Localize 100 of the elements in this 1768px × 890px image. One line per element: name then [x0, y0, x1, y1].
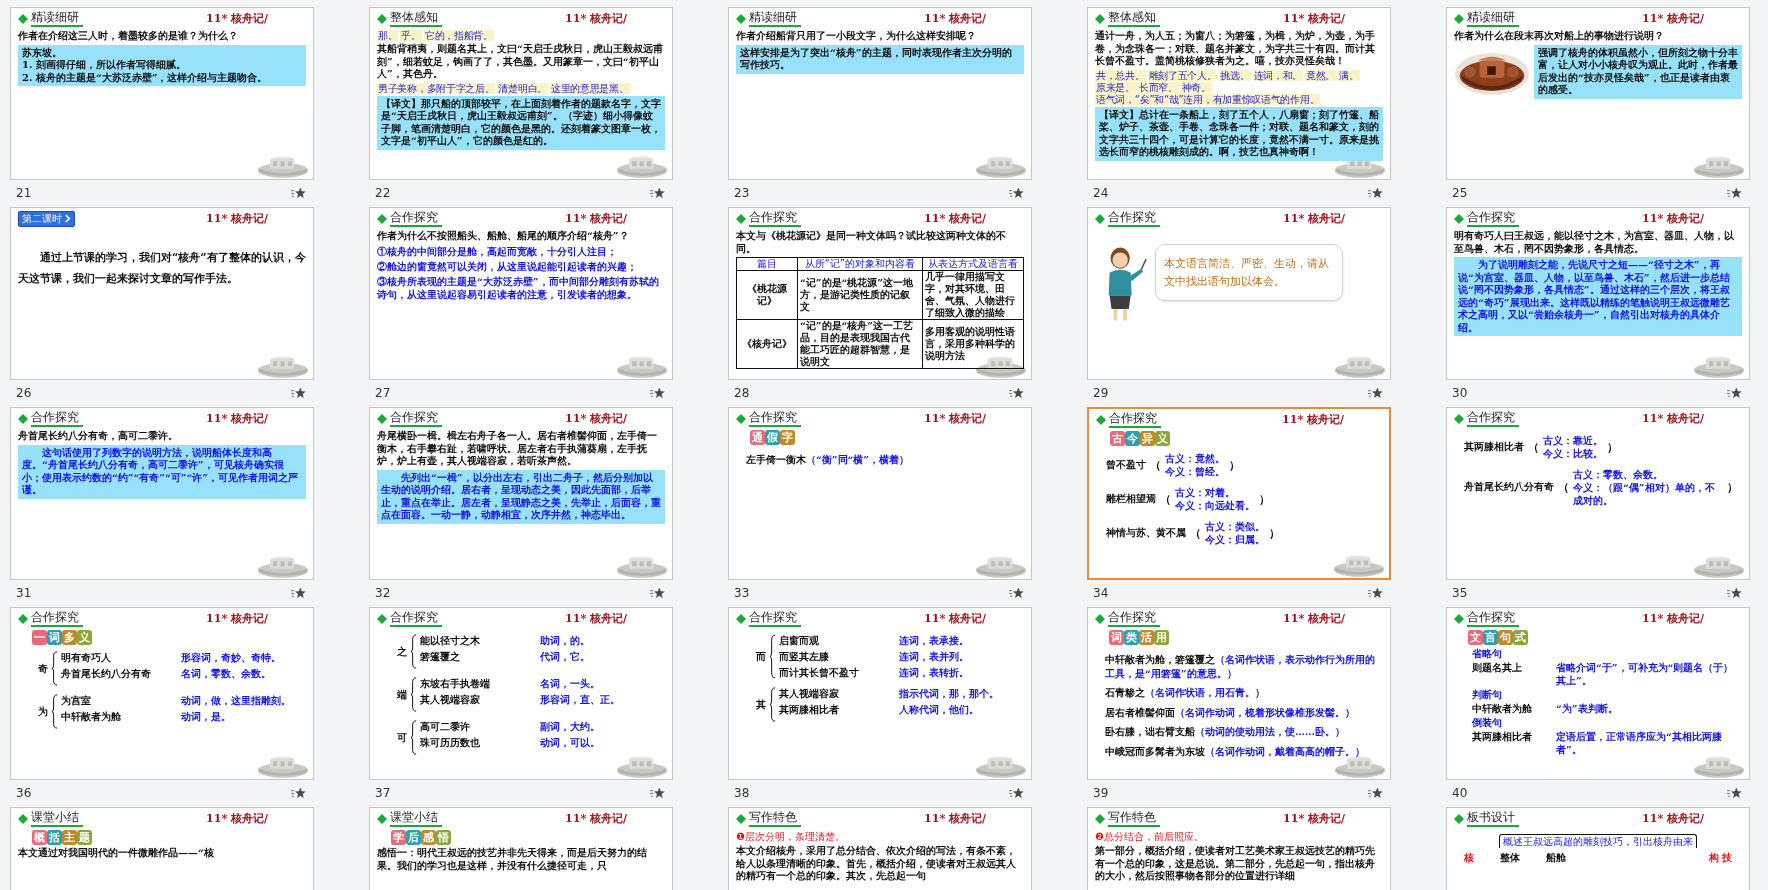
slide-text: 通过上节课的学习，我们对“核舟”有了整体的认识，今天这节课，我们一起来探讨文章的写作手法。 — [18, 250, 306, 287]
column-header: 从表达方式及语言看 — [922, 257, 1024, 271]
annotation: 这里的意思是黑。 — [549, 82, 630, 94]
slide-thumbnail[interactable]: 合作探究 11* 核舟记/ 之 能以径寸之木 助词，的。 箬篷覆之 代词，它。 端 东坡右手执卷端 名词，一头。 其人视端容寂 形容词，直、正。 可 高可二黍许 副词，大约。 珠可历历数也 动词，可以。 — [369, 607, 673, 780]
answer-text: ③核舟所表现的主题是“大苏泛赤壁”，而中间部分雕刻有苏轼的诗句，从这里说起容易引起读者的注意，引发读者的想象。 — [377, 274, 660, 301]
outline-item: 整体 — [1500, 851, 1520, 864]
example-phrase: 神情与苏、黄不属 — [1106, 526, 1186, 540]
section-title: 合作探究 — [1467, 410, 1519, 427]
section-title: 合作探究 — [749, 210, 801, 227]
diamond-icon — [377, 13, 387, 24]
section-title: 合作探究 — [1108, 610, 1160, 627]
brace-icon — [51, 694, 58, 729]
definition: 动词，可以。 — [540, 736, 600, 749]
slide-thumbnail[interactable]: 合作探究 11* 核舟记/ 明有奇巧人曰王叔远，能以径寸之木，为宫室、器皿、人物，以至鸟兽、木石，罔不因势象形，各具情态。 为了说明雕刻之能，先说尺寸之短——“径寸之木”，再说“为宫室、器皿、人物，以至鸟兽、木石”，然后进一步总结说“罔不因势象形，各具情态”。通过这样的三个层次，将王叔远的“奇巧”展现出来。这样既以精练的笔触说明王叔远微雕艺术之高明，又以“尝贻余核舟一”，自然引出对核舟的具体介绍。 — [1446, 207, 1750, 380]
bracket-mark: ） — [1259, 491, 1270, 507]
definition: 动词，是。 — [181, 710, 231, 723]
bracket-mark: （ — [1528, 439, 1539, 455]
answer-text: 【译文】那只船的顶部较平，在上面刻着作者的题款名字，文字是“天启壬戌秋日，虎山王毅叔远甫刻”。（字迹）细小得像蚊子脚，笔画清楚明白，它的颜色是黑的。还刻着篆文图章一枚，文字是“初平山人”，它的颜色是红的。 — [381, 97, 661, 148]
lesson-title: 11* 核舟记/ — [206, 411, 268, 426]
slide-thumbnail[interactable] — [1087, 7, 1391, 180]
slide-thumbnail[interactable]: 合作探究 11* 核舟记/ 一词多义 奇 明有奇巧人 形容词，奇妙、奇特。 舟首尾长约八分有奇 名词，零数、余数。 为 为宫室 动词，做，这里指雕刻。 中轩敞者为舱 动词，是。 — [10, 607, 314, 780]
definition: 连词，表转折。 — [899, 666, 969, 679]
lesson-label: 第二课时 — [22, 212, 62, 225]
section-title: 整体感知 — [390, 10, 442, 27]
section-title: 精读细研 — [31, 10, 83, 27]
diamond-icon — [18, 413, 28, 424]
slide-thumbnail[interactable]: 课堂小结 11* 核舟记/ 学后感悟 感悟一：明代王叔远的技艺并非先天得来，而是后天努力的结果。我们的学习也是这样，并没有什么捷径可走，只 — [369, 807, 673, 890]
star-icon — [650, 787, 665, 799]
slide-thumbnail[interactable]: 合作探究 11* 核舟记/ 舟尾横卧一楫。楫左右舟子各一人。居右者椎髻仰面，左手倚一衡木，右手攀右趾，若啸呼状。居左者右手执蒲葵扇，左手抚炉，炉上有壶，其人视端容寂，若听茶声然。 先列出“一楫”，以分出左右，引出二舟子，然后分别加以生动的说明介绍。居右者，呈现动态之美，因此先面部，后举止，重点在举止。居左者，呈现静态之美，先举止，后面容，重点在面容。一动一静，动静相宜，次序井然，神态毕出。 — [369, 407, 673, 580]
slide-thumbnail[interactable]: 板书设计 11* 核舟记/ 概述王叔远高超的雕刻技巧，引出核舟由来 核 整体 船舱 构 技 — [1446, 807, 1750, 890]
lesson-title: 11* 核舟记/ — [1283, 11, 1345, 26]
bracket-mark: （ — [1190, 525, 1201, 541]
answer-text: ①核舟的中间部分是舱，高起而宽敞，十分引人注目； — [377, 244, 618, 258]
example-phrase: 箬篷覆之 — [420, 650, 461, 663]
bracket-mark: （ — [1150, 457, 1161, 473]
slide-thumbnail[interactable]: 合作探究 11* 核舟记/ 文言句式 省略句 则题名其上 省略介词“于”，可补充为“则题名（于）其上”。 判断句 中轩敞者为舱 “为”表判断。 倒装句 其两膝相比者 定语后置，正常语序应为“其相比两膝者”。 — [1446, 607, 1750, 780]
point-heading: ❶层次分明，条理清楚。 — [736, 830, 846, 843]
diamond-icon — [736, 413, 746, 424]
star-icon — [1009, 787, 1024, 799]
star-icon — [291, 787, 306, 799]
diamond-icon — [1454, 13, 1464, 24]
star-icon — [1727, 387, 1742, 399]
slide-text: 作者在介绍这三人时，着墨较多的是谁？为什么？ — [18, 30, 239, 43]
keyword: 可 — [397, 730, 407, 745]
star-icon — [650, 387, 665, 399]
slide-thumbnail[interactable]: 精读细研 11* 核舟记/ 作者介绍船背只用了一小段文字，为什么这样安排呢？ 这样安排是为了突出“核舟”的主题，同时表现作者主次分明的写作技巧。 — [728, 7, 1032, 180]
slide-text: 第一部分，概括介绍，使读者对工艺美术家王叔远技艺的精巧先有一个总的印象，这是总说。第二部分，先总起一句，指出核舟的大小，然后按照事物各部分的位置进行详细 — [1095, 845, 1376, 883]
example-phrase: 其人视端容寂 — [420, 693, 481, 706]
slide-thumbnail[interactable] — [369, 7, 673, 180]
slide-thumbnail[interactable]: 第二课时 11* 核舟记/ 通过上节课的学习，我们对“核舟”有了整体的认识，今天这节课，我们一起来探讨文章的写作手法。 — [10, 207, 314, 380]
slide-thumbnail[interactable]: 合作探究 11* 核舟记/ 作者为什么不按照船头、船舱、船尾的顺序介绍“核舟”？ ①核舟的中间部分是舱，高起而宽敞，十分引人注目； ②舱边的窗竟然可以关闭，从这里说起能引起读者的兴趣； ③核舟所表现的主题是“大苏泛赤壁”，而中间部分雕刻有苏轼的诗句，从这里说起容易引起读者的注意，引发读者的想象。 — [369, 207, 673, 380]
lesson-title: 11* 核舟记/ — [1642, 611, 1704, 626]
slide-number: 31 — [16, 586, 32, 600]
example-phrase: 珠可历历数也 — [420, 736, 481, 749]
slide-thumbnail[interactable]: 写作特色 11* 核舟记/ ❶层次分明，条理清楚。 本文介绍核舟，采用了总分结合、依次介绍的写法，有条不紊，给人以条理清晰的印象。首先，概括介绍，使读者对王叔远其人的精巧有一个总的印象。其次，先总起一句 — [728, 807, 1032, 890]
lesson-title: 11* 核舟记/ — [924, 11, 986, 26]
diamond-icon — [1096, 414, 1106, 425]
slide-thumbnail[interactable]: 课堂小结 11* 核舟记/ 概括主题 本文通过对我国明代的一件微雕作品——“核 — [10, 807, 314, 890]
diamond-icon — [736, 813, 746, 824]
star-icon — [291, 387, 306, 399]
slide-thumbnail[interactable]: 合作探究 11* 核舟记/ 本文语言简洁、严密、生动，请从文中找出语句加以体会。 — [1087, 207, 1391, 380]
keyword: 端 — [397, 687, 407, 702]
bracket-mark: （ — [1160, 491, 1171, 507]
definition: 指示代词，那，那个。 — [899, 687, 999, 700]
slide-thumbnail[interactable]: 合作探究 11* 核舟记/ 通假字 左手倚一衡木（“衡”同“横”，横着） — [728, 407, 1032, 580]
diamond-icon — [377, 813, 387, 824]
slide-text: 舟首尾长约八分有奇，高可二黍许。 — [18, 430, 179, 443]
lesson-title: 11* 核舟记/ — [565, 611, 627, 626]
slide-number: 29 — [1093, 386, 1109, 400]
definition: 名词，一头。 — [540, 677, 600, 690]
slide-thumbnail[interactable]: 合作探究 11* 核舟记/ 而 启窗而观 连词，表承接。 而竖其左膝 连词，表并列。 而计其长曾不盈寸 连词，表转折。 其 其人视端容寂 指示代词，那，那个。 其两膝相比者 人称代词，他们。 — [728, 607, 1032, 780]
slide-number: 37 — [375, 786, 391, 800]
answer-text: 这句话使用了列数字的说明方法，说明船体长度和高度。“舟首尾长约八分有奇，高可二黍许”，可见核舟确实很小；使用表示约数的“约”“有奇”“可”“许”，可见作者用词之严谨。 — [22, 446, 299, 497]
annotation: 语气词，“矣”和“哉”连用，有加重惊叹语气的作用。 — [1095, 93, 1321, 105]
slide-text: 舟尾横卧一楫。楫左右舟子各一人。居右者椎髻仰面，左手倚一衡木，右手攀右趾，若啸呼状。居左者右手执蒲葵扇，左手抚炉，炉上有壶，其人视端容寂，若听茶声然。 — [377, 430, 658, 468]
lesson-title: 11* 核舟记/ — [1282, 412, 1344, 427]
section-title: 课堂小结 — [390, 810, 442, 827]
diamond-icon — [1454, 413, 1464, 424]
section-title: 写作特色 — [1108, 810, 1160, 827]
definition: 古义：竟然。 — [1165, 452, 1225, 465]
slide-thumbnail[interactable]: 精读细研 11* 核舟记/ 作者为什么在段末再次对船上的事物进行说明？ 强调了核舟的体积虽然小，但所刻之物十分丰富，让人对小小核舟叹为观止。此时，作者最后发出的“技亦灵怪矣哉”，也正是读者由衷的感受。 — [1446, 7, 1750, 180]
example-sentence: 中峨冠而多髯者为东坡（名词作动词，戴着高高的帽子。） — [1105, 744, 1366, 758]
example-phrase: 雕栏相望焉 — [1106, 492, 1156, 506]
column-header: 从所“记”的对象和内容看 — [797, 257, 923, 271]
slide-thumbnail[interactable]: 写作特色 11* 核舟记/ ❷总分结合，前后照应。 第一部分，概括介绍，使读者对工艺美术家王叔远技艺的精巧先有一个总的印象，这是总说。第二部分，先总起一句，指出核舟的大小，然后按照事物各部分的位置进行详细 — [1087, 807, 1391, 890]
chevron-icon — [64, 214, 71, 223]
sentence-type: 倒装句 — [1472, 716, 1503, 729]
slide-thumbnail[interactable]: 合作探究 11* 核舟记/ 词类活用 中轩敞者为舱，箬篷覆之（名词作状语，表示动作行为所用的工具，是“用箬篷”的意思。） 石青糁之（名词作状语，用石青。） 居右者椎髻仰面（名词作动词，梳着形状像椎形发髻。） 卧右膝，诎右臂支船（动词的使动用法，使……卧。） 中峨冠而多髯者为东坡（名词作动词，戴着高高的帽子。） — [1087, 607, 1391, 780]
diamond-icon — [377, 613, 387, 624]
slide-thumbnail[interactable]: 精读细研 11* 核舟记/ 作者在介绍这三人时，着墨较多的是谁？为什么？ 苏东坡。 1. 刻画得仔细，所以作者写得细腻。 2. 核舟的主题是“大苏泛赤壁”，这样介绍与主题吻合。 — [10, 7, 314, 180]
diamond-icon — [736, 213, 746, 224]
answer-text: 这样安排是为了突出“核舟”的主题，同时表现作者主次分明的写作技巧。 — [740, 46, 1013, 72]
annotation: 满。 — [1338, 69, 1360, 81]
topic-badge: 学后感悟 — [391, 830, 451, 845]
slide-thumbnail[interactable]: 合作探究 11* 核舟记/ 舟首尾长约八分有奇，高可二黍许。 这句话使用了列数字的说明方法，说明船体长度和高度。“舟首尾长约八分有奇，高可二黍许”，可见核舟确实很小；使用表示约数的“约”“有奇”“可”“许”，可见作者用词之严谨。 — [10, 407, 314, 580]
lesson-title: 11* 核舟记/ — [206, 611, 268, 626]
example-phrase: 东坡右手执卷端 — [420, 677, 491, 690]
slide-thumbnail[interactable] — [728, 207, 1032, 380]
bracket-mark: ） — [1727, 480, 1738, 495]
lesson-title: 11* 核舟记/ — [1283, 811, 1345, 826]
